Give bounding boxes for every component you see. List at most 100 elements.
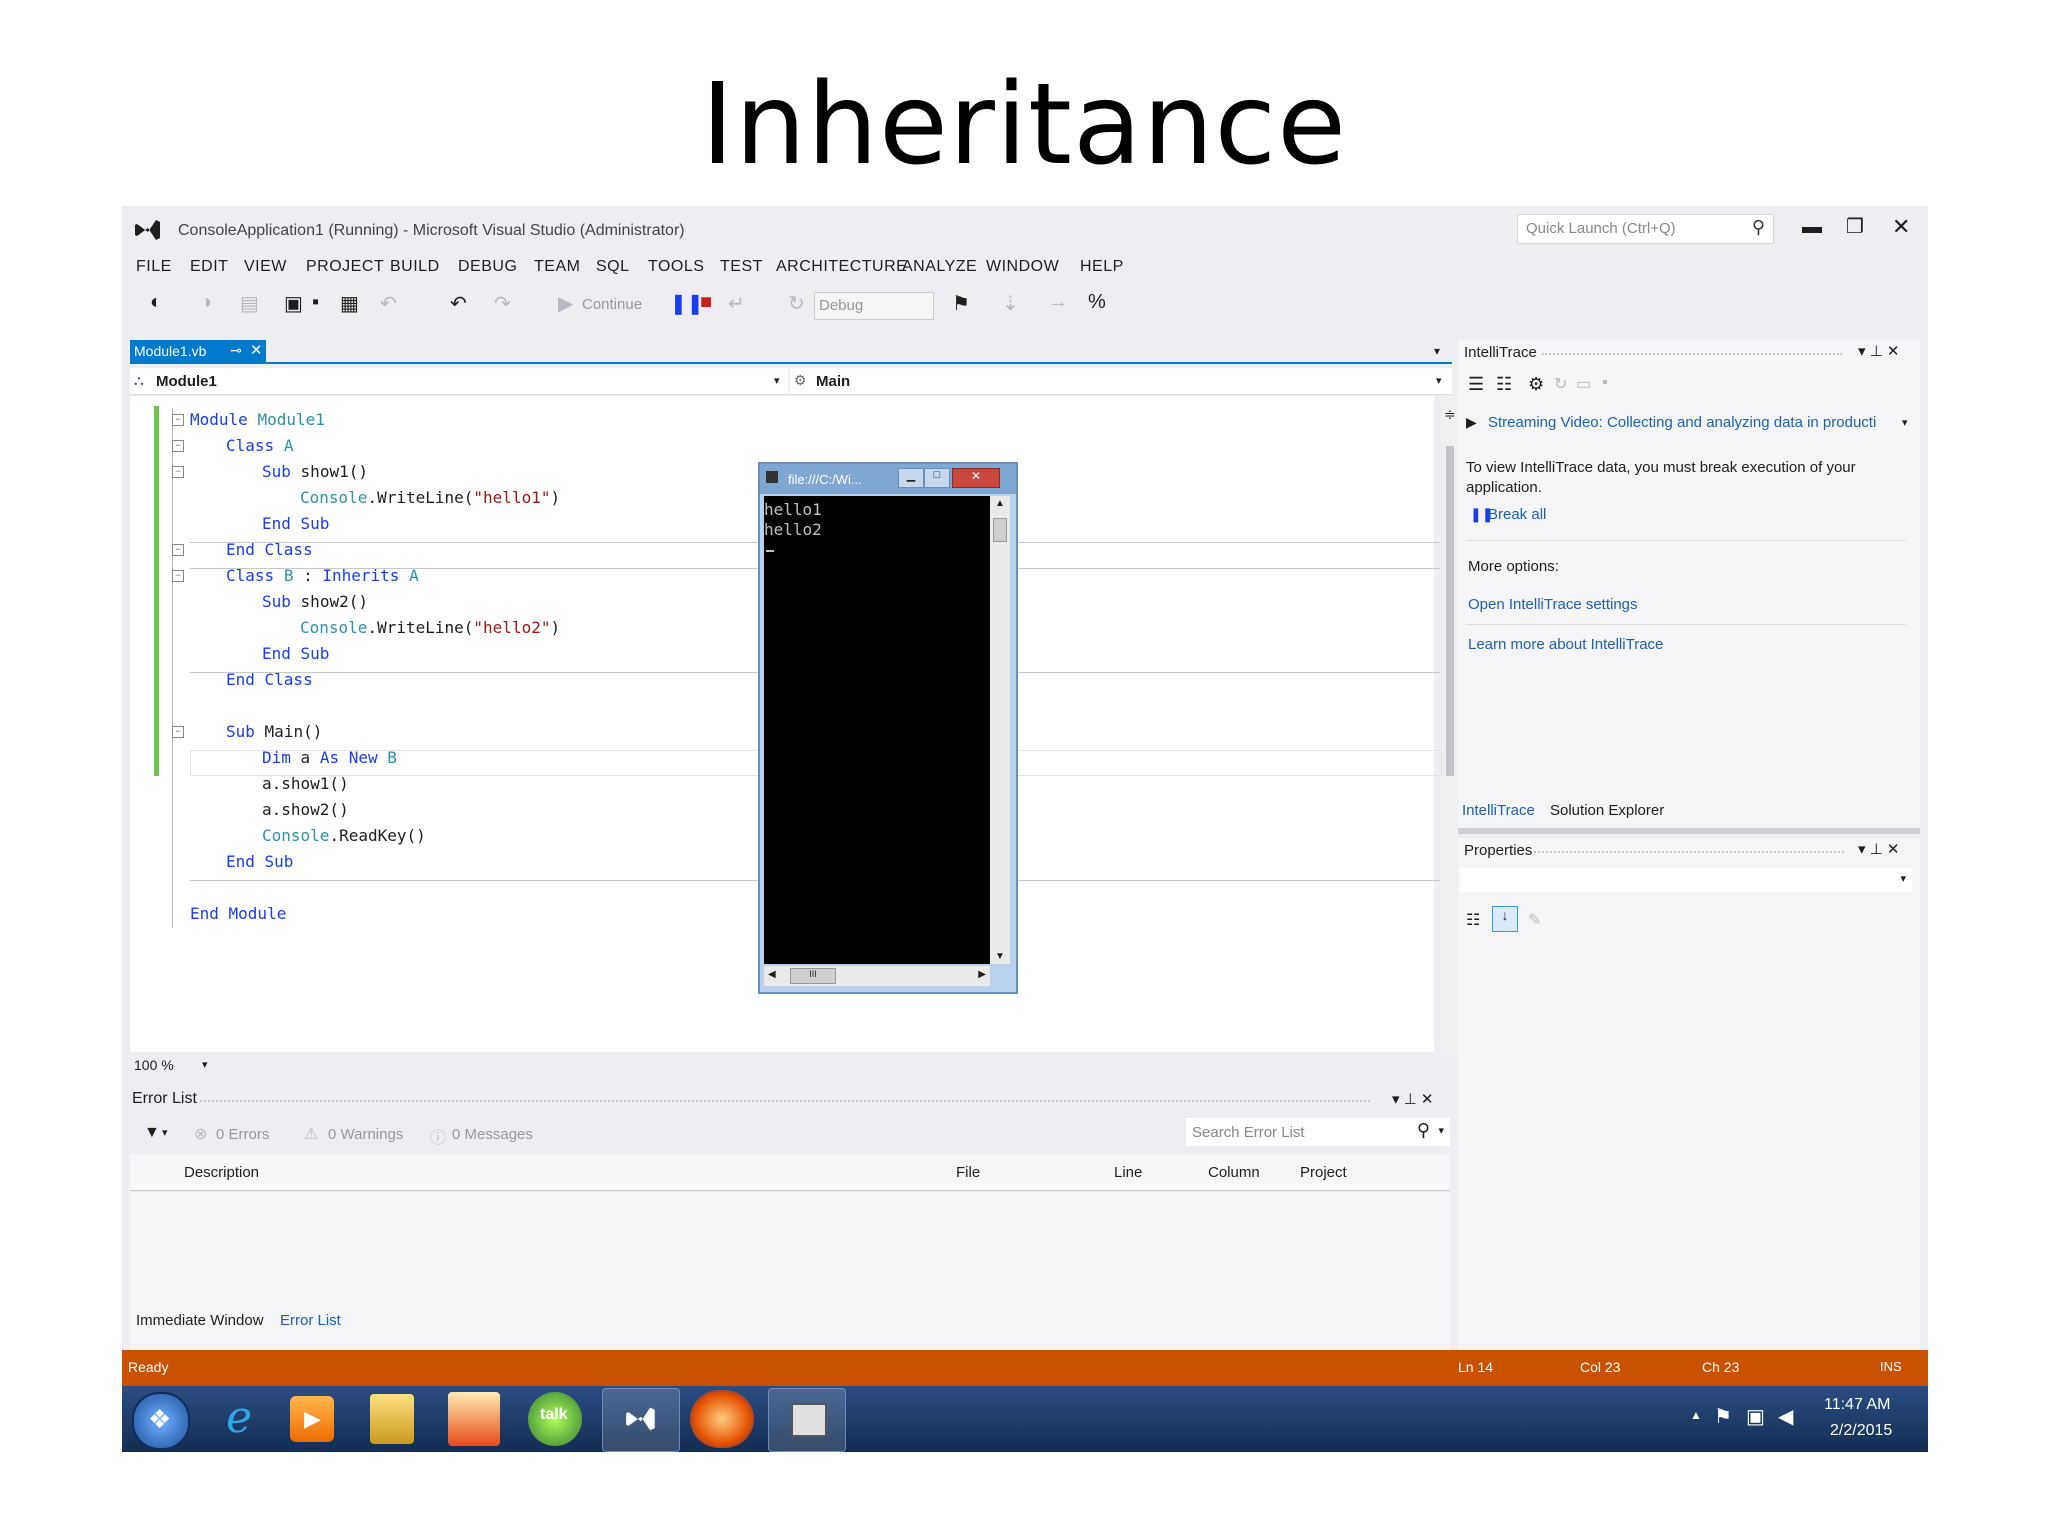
attach-process-icon[interactable]: ⚑ bbox=[952, 291, 970, 316]
menu-test[interactable]: TEST bbox=[720, 258, 763, 276]
scroll-left-icon[interactable]: ◀ bbox=[768, 969, 776, 980]
minimize-icon[interactable]: ▬ bbox=[1802, 216, 1822, 239]
save-all-icon[interactable]: ▦ bbox=[340, 291, 359, 316]
break-all-icon[interactable]: ❚❚ bbox=[670, 291, 704, 316]
internet-explorer-icon[interactable]: ℯ bbox=[210, 1392, 268, 1446]
filter-icon[interactable]: ▼ bbox=[144, 1124, 160, 1142]
chevron-down-icon[interactable]: ▾ bbox=[162, 1126, 168, 1139]
collapse-icon[interactable]: − bbox=[172, 466, 184, 478]
back-navigate-icon[interactable]: ◐ bbox=[150, 291, 162, 314]
volume-icon[interactable]: ◀ bbox=[1778, 1404, 1793, 1429]
events-view-icon[interactable]: ☰ bbox=[1468, 374, 1484, 395]
open-settings-link[interactable]: Open IntelliTrace settings bbox=[1468, 596, 1638, 613]
chevron-down-icon[interactable]: ▾ bbox=[202, 1058, 208, 1071]
save-icon[interactable]: ▪ bbox=[312, 291, 319, 314]
search-icon[interactable]: ⚲ bbox=[1752, 217, 1765, 238]
error-search-input[interactable]: Search Error List ⚲ ▾ bbox=[1186, 1118, 1450, 1146]
clock-time[interactable]: 11:47 AM bbox=[1824, 1396, 1890, 1414]
stop-debugging-icon[interactable]: ■ bbox=[700, 291, 712, 314]
chevron-down-icon[interactable]: ▾ bbox=[1438, 1124, 1444, 1137]
break-all-link[interactable]: Break all bbox=[1488, 506, 1546, 523]
scroll-thumb[interactable] bbox=[1446, 446, 1454, 776]
open-icon[interactable]: ▭ bbox=[1576, 374, 1591, 394]
action-center-icon[interactable]: ⚑ bbox=[1714, 1404, 1732, 1429]
hex-display-icon[interactable]: % bbox=[1088, 291, 1106, 314]
scroll-down-icon[interactable]: ▼ bbox=[995, 951, 1005, 962]
menu-edit[interactable]: EDIT bbox=[190, 258, 228, 276]
step-out-icon[interactable]: → bbox=[1048, 291, 1068, 314]
tab-solution-explorer[interactable]: Solution Explorer bbox=[1550, 802, 1664, 819]
tab-immediate-window[interactable]: Immediate Window bbox=[136, 1312, 264, 1329]
panel-options-icon[interactable]: ▾ ⊥ ✕ bbox=[1858, 840, 1900, 858]
calls-view-icon[interactable]: ☷ bbox=[1496, 374, 1512, 395]
search-icon[interactable]: ⚲ bbox=[1417, 1120, 1430, 1141]
console-vertical-scrollbar[interactable]: ▲ ▼ bbox=[990, 496, 1010, 964]
scroll-right-icon[interactable]: ▶ bbox=[978, 969, 986, 980]
categorized-icon[interactable]: ☷ bbox=[1466, 910, 1480, 930]
menu-file[interactable]: FILE bbox=[136, 258, 172, 276]
menu-tools[interactable]: TOOLS bbox=[648, 258, 704, 276]
console-maximize-icon[interactable]: □ bbox=[924, 468, 950, 488]
console-minimize-icon[interactable]: ▁ bbox=[898, 468, 924, 488]
office-app-icon[interactable] bbox=[448, 1392, 500, 1446]
refresh-icon[interactable]: ↻ bbox=[1554, 374, 1567, 394]
media-player-icon[interactable]: ▶ bbox=[290, 1396, 334, 1442]
learn-more-link[interactable]: Learn more about IntelliTrace bbox=[1468, 636, 1663, 653]
menu-analyze[interactable]: ANALYZE bbox=[902, 258, 977, 276]
close-tab-icon[interactable]: ✕ bbox=[250, 341, 263, 359]
console-taskbar-button[interactable] bbox=[768, 1388, 846, 1452]
menu-sql[interactable]: SQL bbox=[596, 258, 630, 276]
show-next-statement-icon[interactable]: ↵ bbox=[728, 291, 745, 316]
streaming-video-link[interactable]: Streaming Video: Collecting and analyzin… bbox=[1488, 414, 1876, 431]
restore-icon[interactable]: ❐ bbox=[1846, 214, 1864, 239]
console-close-icon[interactable]: ✕ bbox=[952, 468, 1000, 488]
start-button[interactable]: ❖ bbox=[132, 1392, 190, 1450]
tab-intellitrace[interactable]: IntelliTrace bbox=[1462, 802, 1535, 819]
menu-window[interactable]: WINDOW bbox=[986, 258, 1059, 276]
step-into-icon[interactable]: ⇣ bbox=[1002, 291, 1019, 316]
menu-team[interactable]: TEAM bbox=[534, 258, 580, 276]
save-icon[interactable]: ▪ bbox=[1602, 374, 1608, 392]
console-titlebar[interactable]: file:///C:/Wi... ▁ □ ✕ bbox=[760, 464, 1016, 494]
visual-studio-taskbar-button[interactable] bbox=[602, 1388, 680, 1452]
firefox-icon[interactable] bbox=[690, 1390, 754, 1448]
continue-button[interactable]: Continue bbox=[582, 296, 642, 313]
scroll-up-icon[interactable]: ▲ bbox=[995, 498, 1005, 509]
show-hidden-icons[interactable]: ▲ bbox=[1690, 1408, 1702, 1422]
menu-project[interactable]: PROJECT bbox=[306, 258, 384, 276]
menu-debug[interactable]: DEBUG bbox=[458, 258, 517, 276]
column-file[interactable]: File bbox=[956, 1164, 980, 1181]
collapse-icon[interactable]: − bbox=[172, 726, 184, 738]
editor-vertical-scrollbar[interactable]: ≑ bbox=[1442, 396, 1458, 1052]
google-talk-icon[interactable]: talk bbox=[528, 1392, 582, 1446]
column-description[interactable]: Description bbox=[184, 1164, 259, 1181]
undo-icon[interactable]: ↶ bbox=[450, 291, 467, 316]
type-dropdown[interactable]: ⛬ Module1 ▾ bbox=[130, 368, 788, 395]
quick-launch-input[interactable]: Quick Launch (Ctrl+Q) ⚲ bbox=[1517, 214, 1774, 244]
member-dropdown[interactable]: ⚙ Main ▾ bbox=[790, 368, 1452, 395]
alphabetical-icon[interactable]: ↓ bbox=[1492, 906, 1518, 932]
continue-icon[interactable]: ▶ bbox=[558, 291, 573, 316]
menu-build[interactable]: BUILD bbox=[390, 258, 440, 276]
panel-options-icon[interactable]: ▾ ⊥ ✕ bbox=[1392, 1090, 1434, 1108]
column-column[interactable]: Column bbox=[1208, 1164, 1260, 1181]
menu-view[interactable]: VIEW bbox=[244, 258, 287, 276]
warnings-filter-button[interactable]: 0 Warnings bbox=[328, 1126, 403, 1143]
console-window[interactable]: file:///C:/Wi... ▁ □ ✕ hello1 hello2 ▲ ▼… bbox=[758, 462, 1018, 994]
tab-dropdown-icon[interactable]: ▾ bbox=[1434, 344, 1440, 358]
new-project-icon[interactable]: ▤ bbox=[240, 291, 259, 316]
collapse-icon[interactable]: − bbox=[172, 440, 184, 452]
gear-icon[interactable]: ⚙ bbox=[1528, 374, 1544, 395]
panel-options-icon[interactable]: ▾ ⊥ ✕ bbox=[1858, 342, 1900, 360]
errors-filter-button[interactable]: 0 Errors bbox=[216, 1126, 269, 1143]
redo-icon[interactable]: ↷ bbox=[494, 291, 511, 316]
tab-error-list[interactable]: Error List bbox=[280, 1312, 341, 1329]
collapse-icon[interactable]: − bbox=[172, 570, 184, 582]
panel-splitter[interactable] bbox=[1458, 828, 1920, 834]
wrench-icon[interactable]: ✎ bbox=[1528, 910, 1541, 930]
network-icon[interactable]: ▣ bbox=[1746, 1404, 1765, 1429]
undo-disabled-icon[interactable]: ↶ bbox=[380, 291, 397, 316]
scroll-thumb[interactable] bbox=[993, 518, 1007, 542]
collapse-icon[interactable]: − bbox=[172, 544, 184, 556]
collapse-icon[interactable]: − bbox=[172, 414, 184, 426]
